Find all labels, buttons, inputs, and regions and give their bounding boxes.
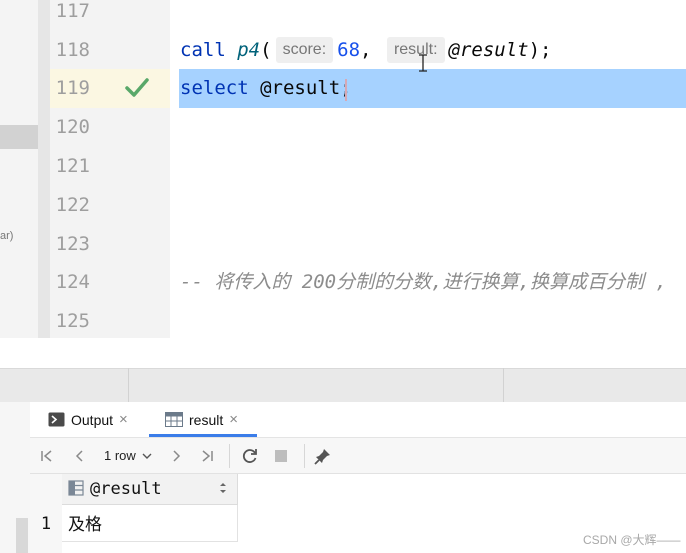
project-panel-text-fragment: ar) <box>0 230 14 242</box>
line-number: 118 <box>55 39 90 61</box>
close-icon[interactable]: × <box>229 411 238 428</box>
panel-divider[interactable] <box>38 0 50 338</box>
row-number: 1 <box>40 514 52 534</box>
tab-label: Output <box>71 411 114 428</box>
text-cursor <box>345 79 347 101</box>
tool-window-stripe-button[interactable] <box>16 518 28 553</box>
code-line-118[interactable]: call p4(score: 68, result: @result); <box>180 31 551 70</box>
column-icon <box>68 480 84 496</box>
last-page-icon[interactable] <box>199 448 215 464</box>
code-line-119[interactable]: select @result; <box>180 69 352 108</box>
line-number: 120 <box>55 116 90 138</box>
close-icon[interactable]: × <box>119 411 128 428</box>
line-number: 121 <box>55 155 90 177</box>
splitter-divider <box>503 368 504 402</box>
line-number: 124 <box>55 271 90 293</box>
session-variable: @result <box>448 39 529 61</box>
close-paren: ); <box>528 39 552 61</box>
line-number: 125 <box>55 310 90 332</box>
rows-selector-label: 1 row <box>104 448 136 463</box>
stop-icon[interactable] <box>274 449 288 463</box>
keyword: call <box>180 39 226 61</box>
editor-bottom-area <box>50 338 686 368</box>
parameter-hint-score: score: <box>275 37 334 63</box>
check-icon <box>125 78 149 97</box>
tab-label: result <box>189 411 224 428</box>
comma: , <box>360 39 372 61</box>
panel-splitter[interactable] <box>0 368 686 403</box>
line-number: 119 <box>55 77 90 99</box>
prev-page-icon[interactable] <box>72 448 88 464</box>
first-page-icon[interactable] <box>39 448 55 464</box>
pin-icon[interactable] <box>314 447 332 465</box>
watermark: CSDN @大辉—— <box>583 533 681 547</box>
next-page-icon[interactable] <box>168 448 184 464</box>
session-variable: @result <box>260 77 341 99</box>
number-literal: 68 <box>337 39 361 61</box>
output-icon <box>48 412 65 427</box>
parameter-hint-result: result: <box>386 37 445 63</box>
line-number: 123 <box>55 233 90 255</box>
toolbar-separator <box>304 444 305 468</box>
tab-result[interactable]: result × <box>165 402 238 437</box>
code-comment-line-124[interactable]: -- 将传入的 200分制的分数,进行换算,换算成百分制 , <box>180 263 667 302</box>
cell-value: 及格 <box>68 515 102 535</box>
splitter-divider <box>128 368 129 402</box>
rows-selector[interactable]: 1 row <box>104 446 152 466</box>
line-number: 122 <box>55 194 90 216</box>
procedure-name: p4 <box>237 39 261 61</box>
active-tab-indicator <box>149 434 257 437</box>
project-panel <box>0 0 38 338</box>
column-name: @result <box>90 479 162 499</box>
ibeam-cursor-icon <box>419 54 427 72</box>
line-number: 117 <box>55 0 90 22</box>
tab-output[interactable]: Output × <box>48 402 128 437</box>
services-tab-bar <box>30 402 686 438</box>
table-icon <box>165 412 183 427</box>
sort-icon[interactable] <box>217 480 229 496</box>
refresh-icon[interactable] <box>241 447 259 465</box>
toolbar-separator <box>229 444 230 468</box>
chevron-down-icon <box>142 453 152 459</box>
open-paren: ( <box>260 39 272 61</box>
keyword: select <box>180 77 249 99</box>
